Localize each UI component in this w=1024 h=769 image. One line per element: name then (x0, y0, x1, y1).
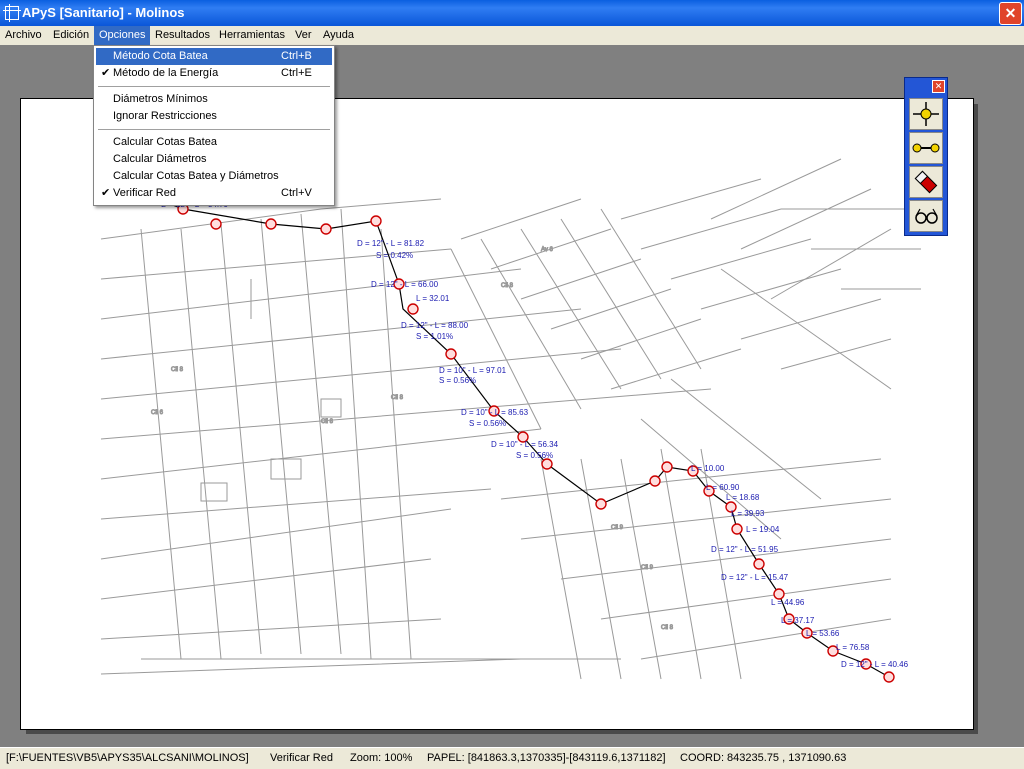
close-window-button[interactable]: ✕ (999, 2, 1022, 25)
menu-item-diametros-minimos[interactable]: Diámetros Mínimos (96, 91, 332, 108)
svg-text:Cll 9: Cll 9 (641, 565, 654, 571)
pipe-label: L = 39.93 (731, 509, 765, 518)
pipe-label: D = 10" - L = 85.63 (461, 408, 529, 417)
menu-ver[interactable]: Ver (290, 26, 317, 45)
pipe-label: L = 19.04 (746, 525, 780, 534)
svg-text:Cll 8: Cll 8 (391, 395, 404, 401)
node[interactable] (661, 461, 673, 473)
pipe-tool-icon (912, 143, 940, 153)
pipe-label: L = 18.68 (726, 493, 760, 502)
menu-archivo[interactable]: Archivo (0, 26, 47, 45)
opciones-menu: Método Cota Batea Ctrl+B ✔ Método de la … (93, 45, 335, 206)
eraser-icon (914, 170, 938, 194)
menu-herramientas[interactable]: Herramientas (214, 26, 290, 45)
svg-text:Cll 8: Cll 8 (321, 419, 334, 425)
pipe-label: L = 53.66 (806, 629, 840, 638)
menu-item-metodo-energia[interactable]: ✔ Método de la Energía Ctrl+E (96, 65, 332, 82)
node[interactable] (541, 458, 553, 470)
pipe-label: D = 10" - L = 97.01 (439, 366, 507, 375)
pipe-label: D = 12" - L = 88.00 (401, 321, 469, 330)
menu-separator (98, 129, 330, 130)
node[interactable] (370, 215, 382, 227)
pipe-label: S = 0.56% (516, 451, 553, 460)
status-coord: COORD: 843235.75 , 1371090.63 (680, 752, 847, 764)
app-icon (3, 4, 21, 22)
pipe-label: L = 44.96 (771, 598, 805, 607)
menu-item-calcular-cotas-batea[interactable]: Calcular Cotas Batea (96, 134, 332, 151)
node-tool-button[interactable] (909, 98, 943, 130)
view-tool-icon (915, 208, 938, 224)
pipe-label: L = 10.00 (691, 464, 725, 473)
svg-text:Av 6: Av 6 (541, 247, 554, 253)
status-mode: Verificar Red (270, 752, 333, 764)
svg-text:Cll 8: Cll 8 (501, 283, 514, 289)
title-bar: APyS [Sanitario] - Molinos ✕ (0, 0, 1024, 26)
menu-item-calcular-ambos[interactable]: Calcular Cotas Batea y Diámetros (96, 168, 332, 185)
svg-text:Cll 9: Cll 9 (611, 525, 624, 531)
eraser-tool-button[interactable] (909, 166, 943, 198)
status-zoom: Zoom: 100% (350, 752, 413, 764)
status-bar: [F:\FUENTES\VB5\APYS35\ALCSANI\MOLINOS] … (0, 747, 1024, 769)
pipe-label: D = 12" - L = 66.00 (371, 280, 439, 289)
close-palette-button[interactable]: ✕ (932, 80, 945, 93)
node[interactable] (445, 348, 457, 360)
svg-text:Cll 6: Cll 6 (151, 410, 164, 416)
pipe-label: L = 32.01 (416, 294, 450, 303)
pipe-tool-button[interactable] (909, 132, 943, 164)
pipe-label: D = 10" - L = 56.34 (491, 440, 559, 449)
menu-bar: Archivo Edición Opciones Resultados Herr… (0, 26, 1024, 45)
menu-item-ignorar-restricciones[interactable]: Ignorar Restricciones (96, 108, 332, 125)
menu-item-calcular-diametros[interactable]: Calcular Diámetros (96, 151, 332, 168)
pipe-label: S = 1.01% (416, 332, 453, 341)
node-tool-icon (913, 102, 939, 126)
menu-separator (98, 86, 330, 87)
menu-resultados[interactable]: Resultados (150, 26, 215, 45)
pipe-label: D = 12" - L = 81.82 (357, 239, 425, 248)
node[interactable] (595, 498, 607, 510)
pipe-label: D = 12" - L = 51.95 (711, 545, 779, 554)
menu-item-metodo-cota-batea[interactable]: Método Cota Batea Ctrl+B (96, 48, 332, 65)
node[interactable] (320, 223, 332, 235)
svg-text:Cll 8: Cll 8 (171, 367, 184, 373)
menu-item-verificar-red[interactable]: ✔ Verificar Red Ctrl+V (96, 185, 332, 202)
pipe-label: D = 12" - L = 15.47 (721, 573, 789, 582)
menu-ayuda[interactable]: Ayuda (318, 26, 359, 45)
window-title: APyS [Sanitario] - Molinos (22, 5, 185, 20)
view-tool-button[interactable] (909, 200, 943, 232)
pipe-label: S = 0.42% (376, 251, 413, 260)
status-path: [F:\FUENTES\VB5\APYS35\ALCSANI\MOLINOS] (6, 752, 249, 764)
pipe-label: S = 0.56% (469, 419, 506, 428)
menu-edicion[interactable]: Edición (48, 26, 94, 45)
pipe-label: L = 60.90 (706, 483, 740, 492)
tool-palette: ✕ (904, 77, 948, 236)
pipe-label: L = 37.17 (781, 616, 815, 625)
svg-text:Cll 8: Cll 8 (661, 625, 674, 631)
node[interactable] (753, 558, 765, 570)
node[interactable] (265, 218, 277, 230)
checkmark-icon: ✔ (101, 187, 111, 199)
pipe-labels: D = 12" - L = 81.82 S = 0.42% D = 12" - … (161, 200, 909, 669)
node[interactable] (407, 303, 419, 315)
pipe-label: D = 12" - L = 40.46 (841, 660, 909, 669)
node[interactable] (649, 475, 661, 487)
node[interactable] (883, 671, 895, 683)
pipe-label: S = 0.56% (439, 376, 476, 385)
checkmark-icon: ✔ (101, 67, 111, 79)
menu-opciones[interactable]: Opciones (94, 26, 151, 45)
status-papel: PAPEL: [841863.3,1370335]-[843119.6,1371… (427, 752, 666, 764)
node[interactable] (731, 523, 743, 535)
pipe-label: L = 76.58 (836, 643, 870, 652)
node[interactable] (210, 218, 222, 230)
